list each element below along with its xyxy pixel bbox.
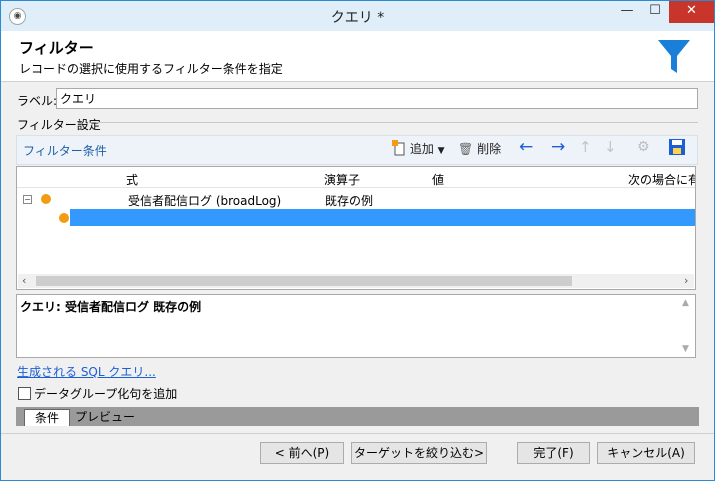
settings-icon[interactable]: ⚙: [637, 139, 650, 155]
filter-settings-label: フィルター設定: [17, 118, 101, 132]
query-window: ◉ クエリ * — ☐ ✕ フィルター レコードの選択に使用するフィルター条件を…: [0, 0, 715, 481]
filter-conditions-title: フィルター条件: [23, 144, 107, 158]
save-icon[interactable]: [669, 139, 685, 158]
add-label: 追加: [409, 142, 434, 156]
column-header-condition[interactable]: 次の場合に有: [628, 171, 695, 188]
selected-empty-row[interactable]: [70, 209, 695, 226]
scroll-down-icon[interactable]: ▼: [682, 344, 689, 354]
label-field-label: ラベル:: [17, 94, 58, 108]
header-divider: [1, 81, 714, 82]
cancel-button[interactable]: キャンセル(A): [597, 442, 695, 464]
condition-summary: クエリ: 受信者配信ログ 既存の例 ▲ ▼: [16, 294, 696, 358]
arrow-down-icon[interactable]: ↓: [604, 138, 617, 156]
tab-preview[interactable]: プレビュー: [74, 409, 136, 426]
trash-icon: 🗑: [458, 142, 474, 156]
arrow-left-icon[interactable]: ←: [519, 137, 533, 157]
new-condition-dot-icon: [59, 213, 69, 223]
filter-condition-grid: 式 演算子 値 次の場合に有 − 受信者配信ログ (broadLog) 既存の例…: [16, 166, 696, 290]
add-button[interactable]: 追加 ▼: [392, 140, 445, 157]
condition-dot-icon: [41, 194, 51, 204]
generated-sql-link[interactable]: 生成される SQL クエリ...: [17, 363, 156, 380]
vertical-scrollbar[interactable]: ▲ ▼: [680, 296, 694, 356]
arrow-up-icon[interactable]: ↑: [579, 138, 592, 156]
summary-text: クエリ: 受信者配信ログ 既存の例: [20, 300, 202, 314]
row-expression: 受信者配信ログ (broadLog): [128, 194, 282, 208]
delete-button[interactable]: 🗑 削除: [458, 140, 501, 157]
window-title: クエリ *: [330, 10, 385, 26]
header-subtitle: レコードの選択に使用するフィルター条件を指定: [19, 62, 283, 76]
maximize-button[interactable]: ☐: [641, 1, 669, 23]
delete-label: 削除: [477, 142, 502, 156]
header-title: フィルター: [19, 39, 94, 57]
chevron-down-icon: ▼: [437, 146, 445, 156]
scrollbar-thumb[interactable]: [36, 276, 572, 286]
column-header-expression[interactable]: 式: [126, 171, 138, 188]
close-button[interactable]: ✕: [669, 1, 714, 23]
group-divider: [96, 122, 698, 123]
minimize-button[interactable]: —: [613, 1, 641, 23]
scroll-left-icon[interactable]: ‹: [22, 274, 26, 287]
tab-strip: 条件 プレビュー: [16, 407, 699, 426]
horizontal-scrollbar[interactable]: ‹ ›: [18, 274, 694, 288]
data-grouping-label: データグループ化句を追加: [34, 387, 178, 401]
filter-funnel-icon: [658, 40, 690, 73]
finish-button[interactable]: 完了(F): [517, 442, 590, 464]
collapse-icon[interactable]: −: [23, 195, 32, 204]
dialog-header: フィルター レコードの選択に使用するフィルター条件を指定: [1, 31, 714, 81]
label-input[interactable]: クエリ: [56, 88, 698, 109]
column-header-operator[interactable]: 演算子: [324, 171, 360, 188]
prev-button[interactable]: < 前へ(P): [260, 442, 344, 464]
table-row[interactable]: − 受信者配信ログ (broadLog) 既存の例: [17, 191, 695, 208]
save-disk-icon: [669, 139, 685, 155]
button-divider: [1, 433, 714, 434]
filter-toolbar: フィルター条件 追加 ▼ 🗑 削除 ← → ↑ ↓ ⚙: [16, 135, 698, 165]
tab-conditions[interactable]: 条件: [24, 409, 70, 426]
scroll-right-icon[interactable]: ›: [684, 274, 688, 287]
row-operator: 既存の例: [325, 194, 374, 208]
narrow-target-button[interactable]: ターゲットを絞り込む>: [351, 442, 487, 464]
title-bar: ◉ クエリ * — ☐ ✕: [1, 1, 714, 31]
column-header-value[interactable]: 値: [432, 171, 444, 188]
data-grouping-checkbox[interactable]: [18, 387, 31, 400]
add-doc-icon: [392, 140, 405, 156]
arrow-right-icon[interactable]: →: [551, 137, 565, 157]
header-divider-line: [17, 187, 695, 188]
scroll-up-icon[interactable]: ▲: [682, 298, 689, 308]
